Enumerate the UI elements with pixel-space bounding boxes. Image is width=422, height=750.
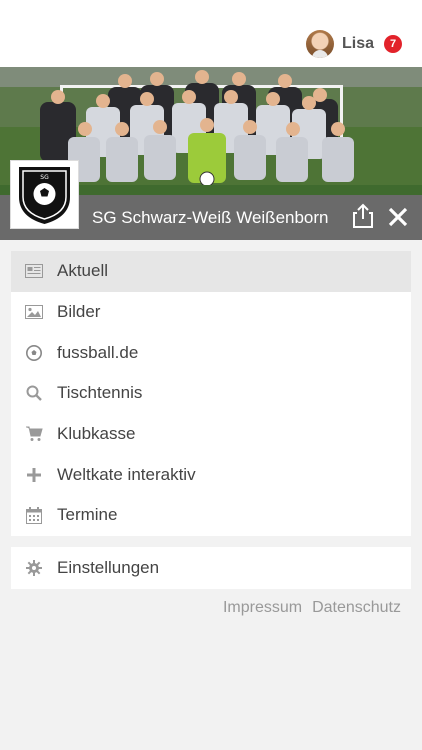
datenschutz-link[interactable]: Datenschutz xyxy=(312,599,401,617)
menu-item-klubkasse[interactable]: Klubkasse xyxy=(11,414,411,455)
menu-item-termine[interactable]: Termine xyxy=(11,495,411,536)
menu-item-weltkate[interactable]: Weltkate interaktiv xyxy=(11,454,411,495)
cart-icon xyxy=(25,425,43,443)
newspaper-icon xyxy=(25,262,43,280)
svg-text:SG: SG xyxy=(40,174,49,181)
club-name: SG Schwarz-Weiß Weißenborn xyxy=(92,208,329,227)
avatar[interactable] xyxy=(305,30,334,58)
menu-label: Klubkasse xyxy=(57,424,136,444)
menu-item-aktuell[interactable]: Aktuell xyxy=(11,251,411,292)
notification-badge[interactable]: 7 xyxy=(384,35,402,53)
menu-item-tischtennis[interactable]: Tischtennis xyxy=(11,373,411,414)
footer-links: Impressum Datenschutz xyxy=(223,599,401,617)
close-button[interactable] xyxy=(386,205,410,229)
menu-label: Aktuell xyxy=(57,261,109,281)
user-name[interactable]: Lisa xyxy=(342,35,374,53)
close-icon xyxy=(388,207,408,227)
share-button[interactable] xyxy=(350,203,376,229)
soccer-ball-icon xyxy=(25,344,43,362)
menu-label: Termine xyxy=(57,505,118,525)
menu-item-fussball[interactable]: fussball.de xyxy=(11,332,411,373)
menu-label: fussball.de xyxy=(57,342,139,362)
club-crest-logo: SG xyxy=(10,160,79,229)
settings-label: Einstellungen xyxy=(57,558,160,577)
search-icon xyxy=(25,384,43,402)
navigation-menu: Aktuell Bilder fussball.de Tischtennis K… xyxy=(11,251,411,536)
menu-item-einstellungen[interactable]: Einstellungen xyxy=(11,547,411,589)
menu-label: Weltkate interaktiv xyxy=(57,464,196,484)
calendar-icon xyxy=(25,506,43,524)
menu-label: Bilder xyxy=(57,302,101,322)
gear-icon xyxy=(25,559,43,577)
share-icon xyxy=(353,203,373,228)
plus-icon xyxy=(25,466,43,484)
impressum-link[interactable]: Impressum xyxy=(223,599,302,617)
image-icon xyxy=(25,303,43,321)
menu-item-bilder[interactable]: Bilder xyxy=(11,292,411,333)
top-bar: Lisa 7 xyxy=(0,0,422,67)
menu-label: Tischtennis xyxy=(57,383,143,403)
user-profile[interactable]: Lisa 7 xyxy=(305,30,402,58)
